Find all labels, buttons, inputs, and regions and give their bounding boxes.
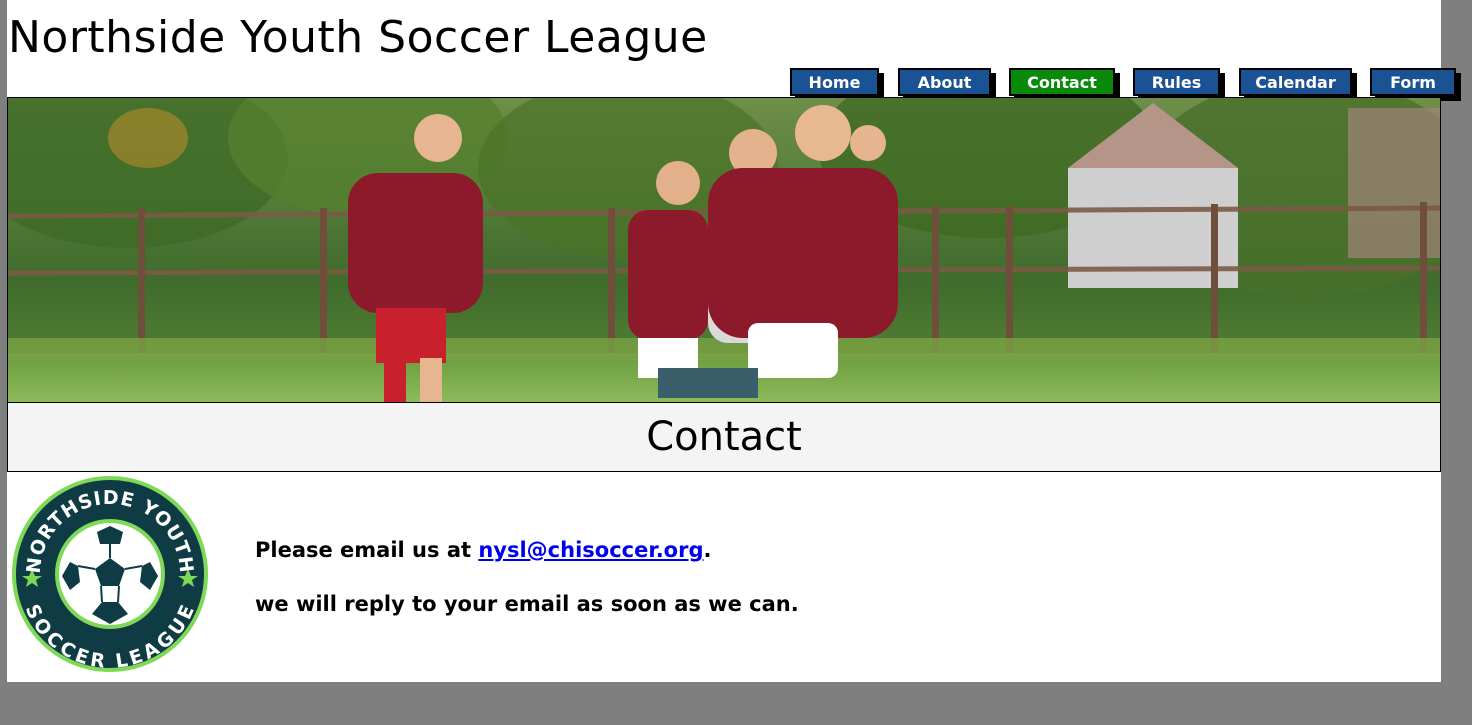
nav-home-button[interactable]: Home [790, 68, 879, 96]
contact-line-prefix: Please email us at [255, 538, 479, 562]
page-heading-bar: Contact [7, 403, 1441, 472]
nav-about-button[interactable]: About [898, 68, 991, 96]
contact-line-email: Please email us at nysl@chisoccer.org. [255, 536, 799, 564]
league-logo: NORTHSIDE YOUTH SOCCER LEAGUE [10, 474, 210, 674]
nav-rules-button[interactable]: Rules [1133, 68, 1220, 96]
nav-contact-button[interactable]: Contact [1009, 68, 1115, 96]
page-container: Northside Youth Soccer League Home About… [7, 0, 1456, 682]
nav-form-button[interactable]: Form [1370, 68, 1456, 96]
site-title: Northside Youth Soccer League [8, 12, 708, 63]
contact-info: Please email us at nysl@chisoccer.org. w… [255, 536, 799, 644]
contact-line-suffix: . [703, 538, 712, 562]
page-heading: Contact [646, 414, 802, 460]
contact-line-reply: we will reply to your email as soon as w… [255, 592, 799, 616]
soccer-ball-icon: NORTHSIDE YOUTH SOCCER LEAGUE [12, 476, 208, 673]
main-nav: Home About Contact Rules Calendar Form [7, 68, 1456, 98]
kids-playing-soccer-photo [8, 98, 1440, 402]
email-link[interactable]: nysl@chisoccer.org [478, 538, 703, 562]
nav-calendar-button[interactable]: Calendar [1239, 68, 1352, 96]
hero-image [7, 97, 1441, 403]
